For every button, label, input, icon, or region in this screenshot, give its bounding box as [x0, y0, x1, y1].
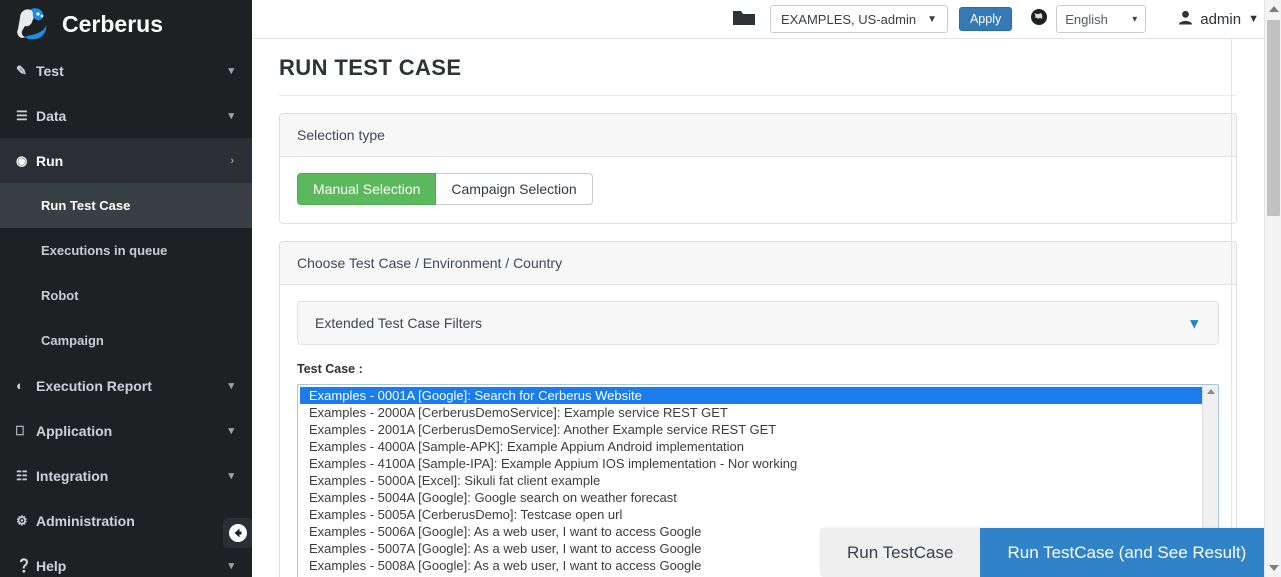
- run-testcase-button[interactable]: Run TestCase: [820, 528, 980, 577]
- arrow-circle-left-icon: [228, 523, 248, 543]
- sidebar-group-run[interactable]: ◉ Run ›: [0, 138, 252, 183]
- caret-down-icon: ▼: [1248, 13, 1259, 25]
- scroll-up-arrow-icon[interactable]: [1207, 389, 1215, 394]
- user-name: admin: [1200, 11, 1241, 28]
- user-menu[interactable]: admin ▼: [1178, 10, 1259, 29]
- brand-header[interactable]: Cerberus: [0, 0, 252, 48]
- question-circle-icon: ❔: [16, 558, 36, 574]
- sidebar-group-help[interactable]: ❔ Help ▾: [0, 543, 252, 577]
- sidebar-item-robot[interactable]: Robot: [0, 273, 252, 318]
- edit-square-icon: ✎: [16, 63, 36, 79]
- run-action-bar: Run TestCase Run TestCase (and See Resul…: [820, 528, 1273, 577]
- database-icon: ☰: [16, 108, 36, 124]
- folder-icon[interactable]: [732, 8, 756, 31]
- language-select[interactable]: English ▾: [1056, 5, 1146, 33]
- system-select[interactable]: EXAMPLES, US-admin ▼: [770, 5, 948, 33]
- list-item[interactable]: Examples - 2001A [CerberusDemoService]: …: [300, 421, 1202, 438]
- top-bar: EXAMPLES, US-admin ▼ Apply English ▾ adm…: [252, 0, 1281, 39]
- sidebar-group-test[interactable]: ✎ Test ▾: [0, 48, 252, 93]
- run-testcase-and-see-result-button[interactable]: Run TestCase (and See Result): [980, 528, 1273, 577]
- campaign-selection-button[interactable]: Campaign Selection: [436, 173, 592, 205]
- chevron-right-icon: ›: [230, 155, 234, 167]
- sidebar: Cerberus ✎ Test ▾ ☰ Data ▾ ◉ Run › Run T…: [0, 0, 252, 577]
- manual-selection-button[interactable]: Manual Selection: [297, 173, 436, 205]
- sitemap-icon: ☷: [16, 468, 36, 484]
- test-case-field-label: Test Case :: [297, 362, 1219, 376]
- apply-button[interactable]: Apply: [959, 7, 1012, 31]
- sidebar-run-submenu: Run Test Case Executions in queue Robot …: [0, 183, 252, 363]
- page-title: RUN TEST CASE: [279, 55, 1264, 81]
- chevron-down-icon: ▾: [228, 379, 234, 392]
- monitor-icon: ⎕: [16, 423, 36, 439]
- content-right-divider: [1231, 39, 1232, 577]
- cerberus-dog-logo-icon: [12, 4, 52, 44]
- list-item[interactable]: Examples - 4000A [Sample-APK]: Example A…: [300, 438, 1202, 455]
- user-icon: [1178, 10, 1193, 29]
- list-item[interactable]: Examples - 5004A [Google]: Google search…: [300, 489, 1202, 506]
- list-item[interactable]: Examples - 5000A [Excel]: Sikuli fat cli…: [300, 472, 1202, 489]
- sidebar-group-administration-label: Administration: [36, 513, 234, 529]
- selection-type-panel: Selection type Manual Selection Campaign…: [279, 113, 1237, 224]
- application-window: Cerberus ✎ Test ▾ ☰ Data ▾ ◉ Run › Run T…: [0, 0, 1281, 577]
- sidebar-group-data-label: Data: [36, 108, 228, 124]
- sidebar-group-application[interactable]: ⎕ Application ▾: [0, 408, 252, 453]
- sidebar-item-campaign[interactable]: Campaign: [0, 318, 252, 363]
- play-circle-icon: ◉: [16, 153, 36, 169]
- globe-icon: [1030, 8, 1048, 30]
- choose-test-case-panel-header: Choose Test Case / Environment / Country: [280, 242, 1236, 285]
- selection-type-panel-header: Selection type: [280, 114, 1236, 157]
- system-select-value: EXAMPLES, US-admin: [781, 12, 916, 27]
- choose-test-case-panel: Choose Test Case / Environment / Country…: [279, 241, 1237, 577]
- title-divider: [279, 95, 1237, 96]
- sidebar-group-execution-report[interactable]: ◐ Execution Report ▾: [0, 363, 252, 408]
- chevron-down-icon: ▾: [228, 424, 234, 437]
- sidebar-group-execution-report-label: Execution Report: [36, 378, 228, 394]
- page-scrollbar[interactable]: [1264, 0, 1281, 577]
- chevron-down-icon: ▾: [1190, 314, 1198, 332]
- sidebar-item-executions-in-queue[interactable]: Executions in queue: [0, 228, 252, 273]
- sidebar-collapse-button[interactable]: [223, 518, 252, 548]
- extended-test-case-filters-label: Extended Test Case Filters: [315, 315, 482, 331]
- sidebar-group-administration[interactable]: ⚙ Administration: [0, 498, 252, 543]
- scroll-up-arrow-icon[interactable]: [1269, 6, 1279, 12]
- list-item[interactable]: Examples - 0001A [Google]: Search for Ce…: [300, 387, 1202, 404]
- list-item[interactable]: Examples - 2000A [CerberusDemoService]: …: [300, 404, 1202, 421]
- language-select-value: English: [1065, 12, 1108, 27]
- sidebar-group-integration[interactable]: ☷ Integration ▾: [0, 453, 252, 498]
- chevron-down-icon: ▾: [1132, 14, 1137, 25]
- pie-chart-icon: ◐: [16, 378, 36, 393]
- scroll-down-arrow-icon[interactable]: [1269, 565, 1279, 571]
- list-item[interactable]: Examples - 5005A [CerberusDemo]: Testcas…: [300, 506, 1202, 523]
- page-scrollbar-thumb[interactable]: [1267, 20, 1280, 216]
- sidebar-group-help-label: Help: [36, 558, 228, 574]
- extended-test-case-filters-accordion[interactable]: Extended Test Case Filters ▾: [297, 301, 1219, 345]
- chevron-down-icon: ▾: [228, 559, 234, 572]
- brand-name: Cerberus: [62, 11, 163, 38]
- sidebar-group-run-label: Run: [36, 153, 230, 169]
- sidebar-group-integration-label: Integration: [36, 468, 228, 484]
- list-item[interactable]: Examples - 4100A [Sample-IPA]: Example A…: [300, 455, 1202, 472]
- sidebar-item-run-test-case[interactable]: Run Test Case: [0, 183, 252, 228]
- selection-type-panel-body: Manual Selection Campaign Selection: [280, 157, 1236, 223]
- gears-icon: ⚙: [16, 513, 36, 529]
- sidebar-group-data[interactable]: ☰ Data ▾: [0, 93, 252, 138]
- chevron-down-icon: ▾: [228, 469, 234, 482]
- main-content: RUN TEST CASE Selection type Manual Sele…: [252, 39, 1264, 577]
- selection-type-button-group: Manual Selection Campaign Selection: [297, 173, 593, 205]
- sidebar-group-application-label: Application: [36, 423, 228, 439]
- sidebar-group-test-label: Test: [36, 63, 228, 79]
- caret-down-icon: ▼: [927, 14, 937, 25]
- chevron-down-icon: ▾: [228, 64, 234, 77]
- chevron-down-icon: ▾: [228, 109, 234, 122]
